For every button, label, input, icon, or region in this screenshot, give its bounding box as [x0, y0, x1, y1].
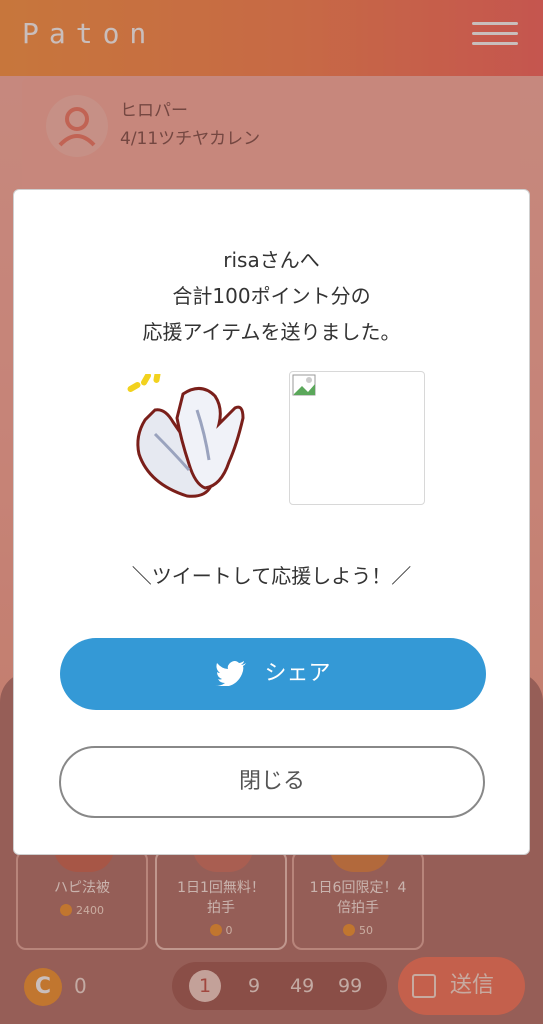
clap-hands-icon: [125, 371, 249, 500]
modal-recipient: risaさんへ: [223, 248, 320, 272]
close-button[interactable]: 閉じる: [59, 746, 485, 818]
broken-image-icon: [292, 374, 316, 396]
modal-message: 応援アイテムを送りました。: [142, 320, 401, 344]
tweet-prompt: ＼ツイートして応援しよう！／: [131, 564, 412, 588]
broken-image-placeholder: [289, 371, 425, 505]
modal-points: 合計100ポイント分の: [172, 284, 371, 308]
twitter-share-button[interactable]: シェア: [60, 638, 486, 710]
share-label: シェア: [264, 661, 331, 686]
twitter-icon: [215, 661, 247, 686]
